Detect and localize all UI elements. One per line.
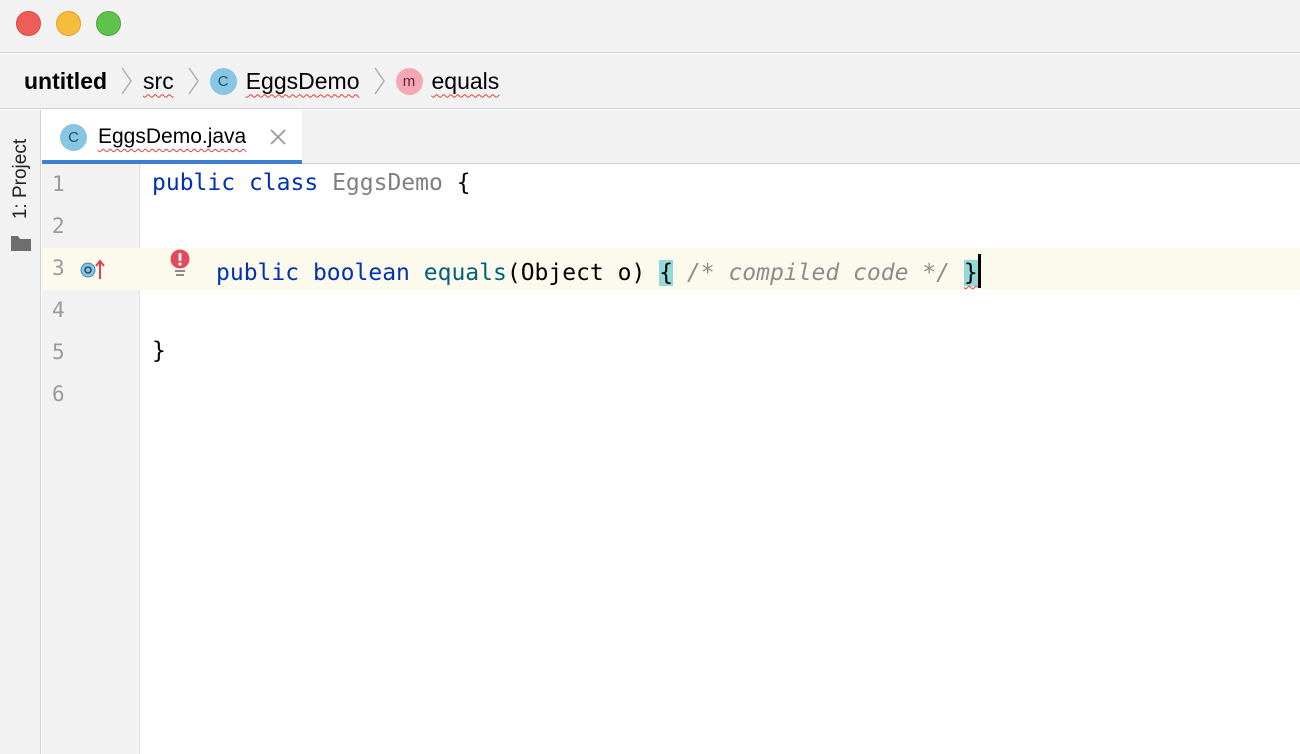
class-icon: C xyxy=(60,123,87,151)
keyword: public xyxy=(152,170,236,196)
breadcrumb-src[interactable]: src xyxy=(143,54,174,109)
breadcrumb-method[interactable]: m equals xyxy=(395,54,500,109)
folder-icon xyxy=(10,234,32,257)
keyword: public xyxy=(216,260,300,286)
breadcrumb-project[interactable]: untitled xyxy=(24,54,107,109)
chevron-right-icon xyxy=(186,66,200,96)
line-number: 4 xyxy=(52,298,65,322)
line-number: 5 xyxy=(52,340,65,364)
code-line-5: } xyxy=(152,338,166,364)
tab-eggsdemo-java[interactable]: C EggsDemo.java xyxy=(42,110,302,165)
keyword: boolean xyxy=(312,260,410,286)
code-line-1: public class EggsDemo { xyxy=(152,170,471,196)
text-caret xyxy=(977,254,981,288)
editor-gutter: 1 2 3 4 5 6 xyxy=(42,164,140,754)
line-number: 1 xyxy=(52,172,65,196)
parameter-list: (Object o) xyxy=(506,260,646,286)
chevron-right-icon xyxy=(372,66,386,96)
brace: { xyxy=(456,170,471,196)
project-tool-label: 1: Project xyxy=(10,138,32,219)
window-close-button[interactable] xyxy=(16,11,41,36)
breadcrumb-src-label: src xyxy=(143,67,174,94)
brace: } xyxy=(152,338,166,364)
line-number: 3 xyxy=(52,256,65,280)
line-number: 2 xyxy=(52,214,65,238)
breadcrumb: untitled src C EggsDemo m equals xyxy=(0,54,1300,109)
breadcrumb-method-label: equals xyxy=(431,67,500,94)
breadcrumb-class-label: EggsDemo xyxy=(245,67,360,94)
close-icon[interactable] xyxy=(266,125,290,149)
method-icon: m xyxy=(395,67,423,95)
title-bar xyxy=(0,0,1300,53)
matched-brace-close: } xyxy=(963,260,978,286)
editor-tab-bar: C EggsDemo.java xyxy=(42,110,1300,165)
breadcrumb-class[interactable]: C EggsDemo xyxy=(209,54,360,109)
line-number: 6 xyxy=(52,382,65,406)
tab-label: EggsDemo.java xyxy=(98,125,247,148)
tool-window-strip: 1: Project xyxy=(0,110,41,754)
keyword: class xyxy=(248,170,319,196)
override-method-icon[interactable] xyxy=(80,259,106,286)
project-tool-button[interactable]: 1: Project xyxy=(6,126,36,266)
chevron-right-icon xyxy=(119,66,133,96)
window-zoom-button[interactable] xyxy=(96,11,121,36)
error-bulb-icon[interactable] xyxy=(168,249,192,284)
class-icon: C xyxy=(209,67,237,95)
code-line-3: public boolean equals(Object o) { /* com… xyxy=(216,254,981,288)
window-minimize-button[interactable] xyxy=(56,11,81,36)
class-name: EggsDemo xyxy=(332,170,443,196)
code-editor[interactable]: 1 2 3 4 5 6 public class EggsDemo { publ… xyxy=(42,164,1300,754)
matched-brace-open: { xyxy=(659,260,674,286)
comment: /* compiled code */ xyxy=(686,260,951,286)
breadcrumb-project-label: untitled xyxy=(24,67,108,94)
method-name: equals xyxy=(423,260,507,286)
